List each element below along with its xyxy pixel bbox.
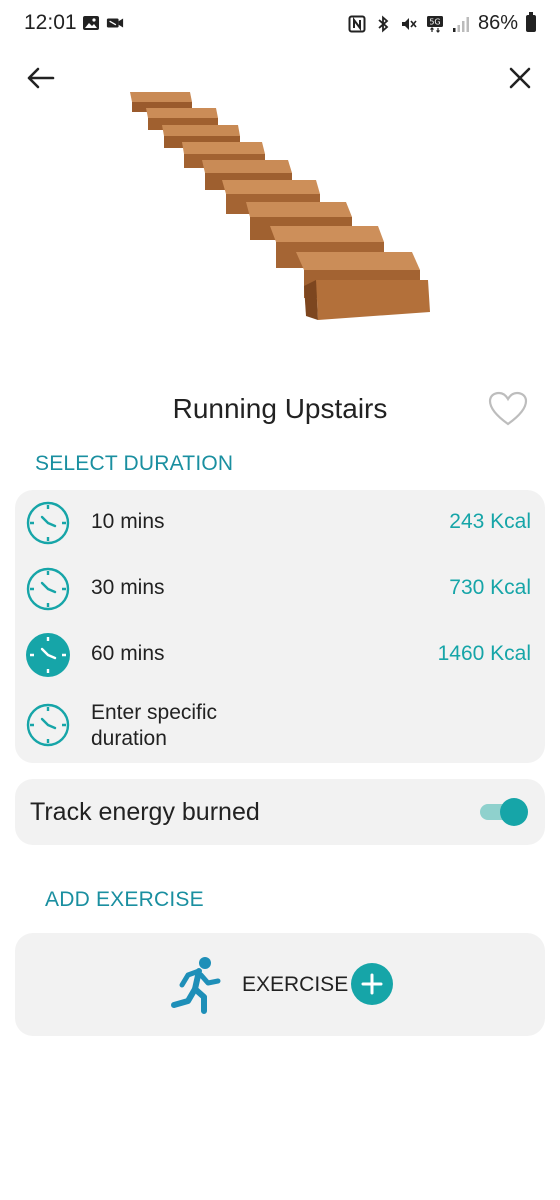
- duration-option-60[interactable]: 60 mins 1460 Kcal: [15, 624, 545, 684]
- toggle-knob: [500, 798, 528, 826]
- track-energy-card: Track energy burned: [15, 779, 545, 845]
- close-button[interactable]: [502, 60, 538, 96]
- add-exercise-button[interactable]: EXERCISE: [15, 933, 545, 1036]
- duration-card: 10 mins 243 Kcal 30 mins 730 Kcal 60 min…: [15, 490, 545, 763]
- duration-label: 30 mins: [91, 576, 165, 599]
- battery-percent: 86%: [477, 12, 518, 34]
- close-icon: [509, 67, 531, 89]
- video-icon: [106, 18, 124, 28]
- battery-icon: [526, 12, 536, 32]
- select-duration-label: SELECT DURATION: [35, 452, 234, 475]
- clock-icon: [26, 567, 70, 611]
- status-icons-left: [82, 14, 124, 32]
- clock-icon: [26, 501, 70, 545]
- duration-option-10[interactable]: 10 mins 243 Kcal: [15, 492, 545, 552]
- back-button[interactable]: [22, 60, 58, 96]
- add-exercise-label: ADD EXERCISE: [45, 888, 204, 911]
- runner-icon: [171, 957, 221, 1014]
- stairs-group: [130, 92, 430, 320]
- network-5g-icon: 5G: [426, 15, 443, 33]
- status-time: 12:01: [24, 11, 77, 34]
- heart-outline-icon[interactable]: [488, 391, 528, 427]
- plus-icon: [351, 963, 393, 1005]
- nfc-icon: [348, 15, 366, 32]
- duration-label: Enter specific duration: [91, 701, 218, 750]
- duration-kcal: 243 Kcal: [449, 510, 531, 533]
- clock-filled-icon: [26, 633, 70, 677]
- signal-icon: [452, 16, 469, 32]
- duration-option-30[interactable]: 30 mins 730 Kcal: [15, 558, 545, 618]
- status-icons-right: 5G 86%: [348, 12, 536, 35]
- clock-icon: [26, 703, 70, 747]
- mute-icon: [401, 17, 417, 30]
- exercise-title: Running Upstairs: [172, 393, 388, 424]
- track-energy-label: Track energy burned: [30, 798, 260, 826]
- arrow-left-icon: [27, 67, 55, 89]
- bluetooth-icon: [378, 15, 389, 32]
- duration-kcal: 730 Kcal: [449, 576, 531, 599]
- wooden-stairs-image: [130, 92, 430, 320]
- duration-option-custom[interactable]: Enter specific duration: [15, 694, 545, 754]
- image-icon: [83, 16, 99, 30]
- duration-kcal: 1460 Kcal: [437, 642, 531, 665]
- add-exercise-text: EXERCISE: [242, 973, 349, 996]
- duration-label: 10 mins: [91, 510, 165, 533]
- exercise-title-row: Running Upstairs: [0, 385, 560, 435]
- duration-label: 60 mins: [91, 642, 165, 665]
- status-bar: 12:01 5G 86%: [0, 0, 560, 48]
- svg-text:5G: 5G: [429, 17, 440, 26]
- track-energy-toggle[interactable]: [478, 798, 528, 826]
